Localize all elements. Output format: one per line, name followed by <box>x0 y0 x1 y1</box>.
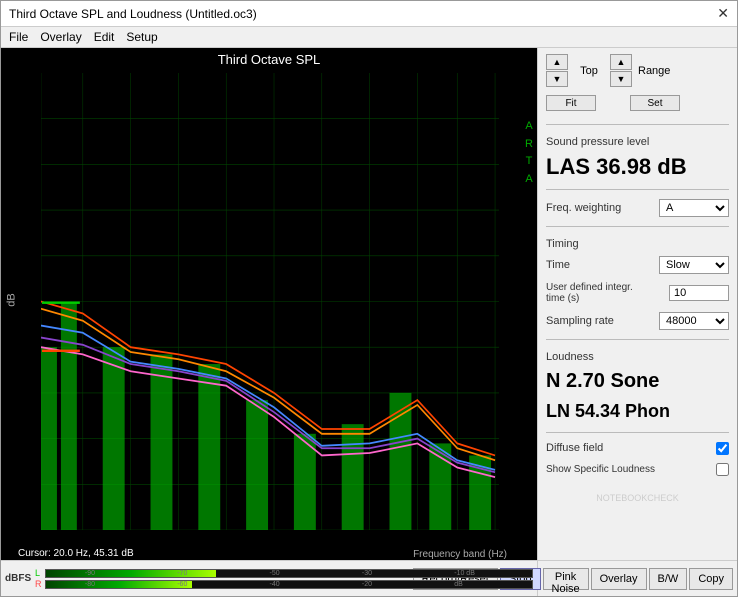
cursor-text: Cursor: 20.0 Hz, 45.31 dB <box>15 547 137 560</box>
time-label: Time <box>546 259 570 271</box>
menu-edit[interactable]: Edit <box>94 30 115 44</box>
timing-label: Timing <box>546 238 729 250</box>
diffuse-field-row: Diffuse field <box>546 442 729 455</box>
menu-setup[interactable]: Setup <box>126 30 157 44</box>
chart-title: Third Octave SPL <box>1 48 537 69</box>
top-label: Top <box>574 65 604 77</box>
user-integr-label: User defined integr. time (s) <box>546 282 636 304</box>
diffuse-field-label: Diffuse field <box>546 442 603 454</box>
r-meter-fill <box>46 581 192 588</box>
time-row: Time Slow Fast Impulse <box>546 256 729 274</box>
footer-row: dBFS L -90 -70 -50 -30 -10 dB <box>1 560 737 596</box>
time-select[interactable]: Slow Fast Impulse <box>659 256 729 274</box>
fit-button[interactable]: Fit <box>546 95 596 111</box>
l-meter-fill <box>46 570 216 577</box>
top-up-button[interactable]: ▲ <box>546 54 568 70</box>
show-specific-checkbox[interactable] <box>716 463 729 476</box>
menu-bar: File Overlay Edit Setup <box>1 27 737 48</box>
freq-weighting-label: Freq. weighting <box>546 202 621 214</box>
chart-area: Third Octave SPL dB ARTA <box>1 48 537 560</box>
show-specific-label: Show Specific Loudness <box>546 464 655 475</box>
loudness-label: Loudness <box>546 351 729 363</box>
sampling-row: Sampling rate 44100 48000 96000 <box>546 312 729 330</box>
dbfs-label: dBFS <box>5 573 33 584</box>
x-axis-label: Frequency band (Hz) <box>413 549 507 560</box>
watermark: NOTEBOOKCHECK <box>546 490 729 504</box>
window-title: Third Octave SPL and Loudness (Untitled.… <box>9 7 257 21</box>
range-label: Range <box>638 65 670 77</box>
range-down-button[interactable]: ▼ <box>610 71 632 87</box>
menu-overlay[interactable]: Overlay <box>40 30 81 44</box>
set-button[interactable]: Set <box>630 95 680 111</box>
title-bar: Third Octave SPL and Loudness (Untitled.… <box>1 1 737 27</box>
action-buttons: Record/Reset Stop Pink Noise Overlay B/W… <box>537 561 737 596</box>
spl-label: Sound pressure level <box>546 136 729 148</box>
r-meter-bg: -80 -60 -40 -20 dB <box>45 580 533 589</box>
close-button[interactable]: ✕ <box>717 5 729 22</box>
loudness-n-value: N 2.70 Sone <box>546 369 729 393</box>
pink-noise-button[interactable]: Pink Noise <box>543 568 589 590</box>
arta-label: ARTA <box>525 118 533 188</box>
loudness-ln-value: LN 54.34 Phon <box>546 401 729 423</box>
sampling-label: Sampling rate <box>546 315 614 327</box>
bw-button[interactable]: B/W <box>649 568 688 590</box>
l-channel-label: L <box>35 568 43 578</box>
freq-weighting-row: Freq. weighting A B C Z <box>546 199 729 217</box>
main-content: Third Octave SPL dB ARTA <box>1 48 737 560</box>
menu-file[interactable]: File <box>9 30 28 44</box>
chart-wrapper: dB ARTA <box>1 69 537 560</box>
show-specific-row: Show Specific Loudness <box>546 463 729 476</box>
copy-button[interactable]: Copy <box>689 568 733 590</box>
user-integr-input[interactable] <box>669 285 729 301</box>
freq-weighting-select[interactable]: A B C Z <box>659 199 729 217</box>
r-channel-label: R <box>35 579 43 589</box>
spl-value: LAS 36.98 dB <box>546 154 729 180</box>
y-axis-label: dB <box>6 293 18 306</box>
l-meter-bg: -90 -70 -50 -30 -10 dB <box>45 569 533 578</box>
top-down-button[interactable]: ▼ <box>546 71 568 87</box>
main-window: Third Octave SPL and Loudness (Untitled.… <box>0 0 738 597</box>
chart-svg: 100.0 90.0 80.0 70.0 60.0 50.0 40.0 30.0… <box>41 73 509 530</box>
sampling-select[interactable]: 44100 48000 96000 <box>659 312 729 330</box>
range-up-button[interactable]: ▲ <box>610 54 632 70</box>
right-panel: ▲ ▼ Top ▲ ▼ Range Fit Set Sound pressure… <box>537 48 737 560</box>
user-integr-row: User defined integr. time (s) <box>546 282 729 304</box>
diffuse-field-checkbox[interactable] <box>716 442 729 455</box>
overlay-button[interactable]: Overlay <box>591 568 647 590</box>
